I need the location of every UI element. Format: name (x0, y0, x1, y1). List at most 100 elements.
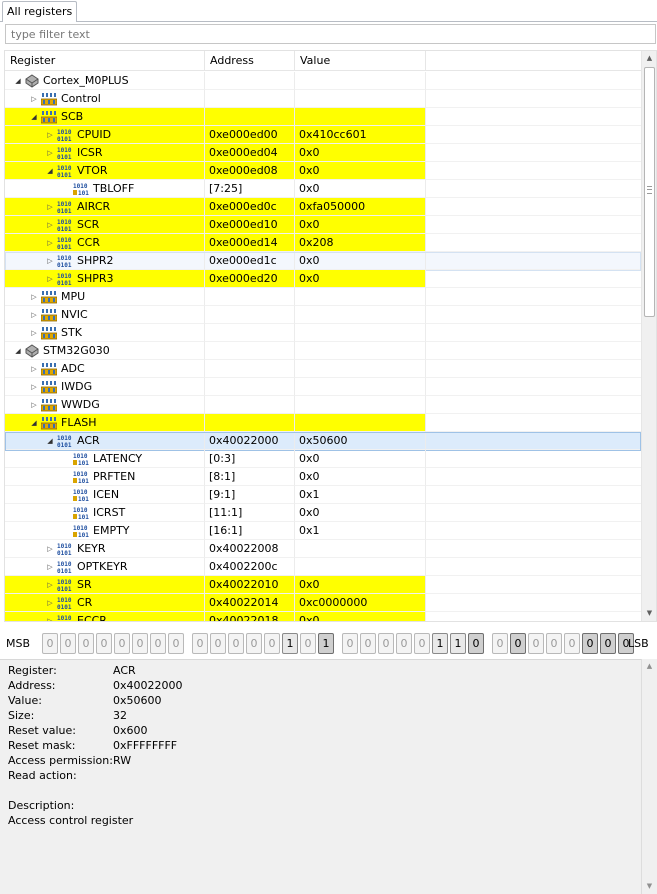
bit-27-button[interactable]: 0 (114, 633, 130, 654)
bit-15-button[interactable]: 0 (342, 633, 358, 654)
table-row[interactable]: 1010 101 ICEN [9:1] 0x1 (5, 486, 641, 504)
expanded-twisty-icon[interactable]: ◢ (29, 414, 39, 431)
table-row[interactable]: ◢ Cortex_M0PLUS (5, 72, 641, 90)
register-value-cell[interactable] (295, 342, 426, 360)
table-row[interactable]: ▷ ADC (5, 360, 641, 378)
table-row[interactable]: ▷ 1010 0101 ICSR 0xe000ed04 0x0 (5, 144, 641, 162)
register-value-cell[interactable] (295, 360, 426, 378)
bit-25-button[interactable]: 0 (150, 633, 166, 654)
details-vertical-scrollbar[interactable]: ▲ ▼ (641, 659, 657, 894)
register-value-cell[interactable]: 0x0 (295, 270, 426, 288)
register-value-cell[interactable]: 0xc0000000 (295, 594, 426, 612)
collapsed-twisty-icon[interactable]: ▷ (45, 216, 55, 233)
register-value-cell[interactable]: 0x0 (295, 468, 426, 486)
collapsed-twisty-icon[interactable]: ▷ (45, 576, 55, 593)
expanded-twisty-icon[interactable]: ◢ (45, 432, 55, 449)
collapsed-twisty-icon[interactable]: ▷ (29, 396, 39, 413)
bit-19-button[interactable]: 0 (264, 633, 280, 654)
table-row[interactable]: ▷ IWDG (5, 378, 641, 396)
collapsed-twisty-icon[interactable]: ▷ (45, 252, 55, 269)
collapsed-twisty-icon[interactable]: ▷ (29, 306, 39, 323)
collapsed-twisty-icon[interactable]: ▷ (45, 594, 55, 611)
table-row[interactable]: 1010 101 EMPTY [16:1] 0x1 (5, 522, 641, 540)
table-row[interactable]: ◢ FLASH (5, 414, 641, 432)
bit-17-button[interactable]: 0 (300, 633, 316, 654)
bit-18-button[interactable]: 1 (282, 633, 298, 654)
bit-31-button[interactable]: 0 (42, 633, 58, 654)
table-row[interactable]: ▷ 1010 0101 CCR 0xe000ed14 0x208 (5, 234, 641, 252)
bit-5-button[interactable]: 0 (528, 633, 544, 654)
bit-20-button[interactable]: 0 (246, 633, 262, 654)
bit-16-button[interactable]: 1 (318, 633, 334, 654)
table-vertical-scrollbar[interactable]: ▲ ▼ (641, 51, 656, 621)
register-value-cell[interactable] (295, 378, 426, 396)
column-header-register[interactable]: Register (5, 51, 205, 71)
filter-input[interactable] (5, 24, 656, 44)
register-value-cell[interactable] (295, 288, 426, 306)
scroll-down-arrow-icon[interactable]: ▼ (645, 609, 654, 618)
register-value-cell[interactable]: 0x0 (295, 180, 426, 198)
bit-29-button[interactable]: 0 (78, 633, 94, 654)
register-value-cell[interactable]: 0x0 (295, 162, 426, 180)
register-value-cell[interactable] (295, 540, 426, 558)
collapsed-twisty-icon[interactable]: ▷ (45, 270, 55, 287)
collapsed-twisty-icon[interactable]: ▷ (45, 540, 55, 557)
collapsed-twisty-icon[interactable]: ▷ (29, 378, 39, 395)
expanded-twisty-icon[interactable]: ◢ (45, 162, 55, 179)
expanded-twisty-icon[interactable]: ◢ (13, 342, 23, 359)
table-row[interactable]: ▷ NVIC (5, 306, 641, 324)
table-row[interactable]: 1010 101 PRFTEN [8:1] 0x0 (5, 468, 641, 486)
table-row[interactable]: 1010 101 LATENCY [0:3] 0x0 (5, 450, 641, 468)
bit-2-button[interactable]: 0 (582, 633, 598, 654)
register-value-cell[interactable]: 0x0 (295, 450, 426, 468)
table-row[interactable]: ▷ 1010 0101 CPUID 0xe000ed00 0x410cc601 (5, 126, 641, 144)
bit-26-button[interactable]: 0 (132, 633, 148, 654)
scrollbar-thumb[interactable] (644, 67, 655, 317)
bit-14-button[interactable]: 0 (360, 633, 376, 654)
table-row[interactable]: ▷ 1010 0101 CR 0x40022014 0xc0000000 (5, 594, 641, 612)
table-row[interactable]: 1010 101 ICRST [11:1] 0x0 (5, 504, 641, 522)
expanded-twisty-icon[interactable]: ◢ (29, 108, 39, 125)
bit-24-button[interactable]: 0 (168, 633, 184, 654)
register-value-cell[interactable]: 0x1 (295, 486, 426, 504)
table-row[interactable]: ◢ 1010 0101 ACR 0x40022000 0x50600 (5, 432, 641, 451)
bit-3-button[interactable]: 0 (564, 633, 580, 654)
scroll-up-arrow-icon[interactable]: ▲ (645, 54, 654, 63)
table-row[interactable]: ▷ 1010 0101 OPTKEYR 0x4002200c (5, 558, 641, 576)
bit-21-button[interactable]: 0 (228, 633, 244, 654)
column-header-value[interactable]: Value (295, 51, 426, 71)
bit-8-button[interactable]: 0 (468, 633, 484, 654)
bit-30-button[interactable]: 0 (60, 633, 76, 654)
collapsed-twisty-icon[interactable]: ▷ (45, 234, 55, 251)
register-value-cell[interactable]: 0x1 (295, 522, 426, 540)
collapsed-twisty-icon[interactable]: ▷ (29, 324, 39, 341)
table-row[interactable]: ▷ 1010 0101 SR 0x40022010 0x0 (5, 576, 641, 594)
register-value-cell[interactable]: 0x0 (295, 144, 426, 162)
bit-9-button[interactable]: 1 (450, 633, 466, 654)
register-value-cell[interactable]: 0x50600 (295, 432, 426, 450)
table-row[interactable]: ▷ 1010 0101 SHPR2 0xe000ed1c 0x0 (5, 252, 641, 271)
bit-11-button[interactable]: 0 (414, 633, 430, 654)
collapsed-twisty-icon[interactable]: ▷ (45, 198, 55, 215)
bit-1-button[interactable]: 0 (600, 633, 616, 654)
collapsed-twisty-icon[interactable]: ▷ (29, 288, 39, 305)
table-row[interactable]: ▷ 1010 0101 SCR 0xe000ed10 0x0 (5, 216, 641, 234)
tab-all-registers[interactable]: All registers (2, 1, 78, 22)
register-value-cell[interactable] (295, 396, 426, 414)
register-value-cell[interactable] (295, 72, 426, 90)
bit-13-button[interactable]: 0 (378, 633, 394, 654)
scroll-down-arrow-icon[interactable]: ▼ (645, 882, 654, 891)
bit-12-button[interactable]: 0 (396, 633, 412, 654)
column-header-address[interactable]: Address (205, 51, 295, 71)
register-value-cell[interactable]: 0x208 (295, 234, 426, 252)
table-row[interactable]: ▷ 1010 0101 AIRCR 0xe000ed0c 0xfa050000 (5, 198, 641, 216)
register-value-cell[interactable]: 0x0 (295, 216, 426, 234)
bit-6-button[interactable]: 0 (510, 633, 526, 654)
bit-10-button[interactable]: 1 (432, 633, 448, 654)
table-row[interactable]: ▷ 1010 0101 KEYR 0x40022008 (5, 540, 641, 558)
table-row[interactable]: ▷ Control (5, 90, 641, 108)
register-value-cell[interactable]: 0x0 (295, 576, 426, 594)
collapsed-twisty-icon[interactable]: ▷ (45, 558, 55, 575)
register-value-cell[interactable] (295, 414, 426, 432)
table-row[interactable]: ◢ 1010 0101 VTOR 0xe000ed08 0x0 (5, 162, 641, 180)
